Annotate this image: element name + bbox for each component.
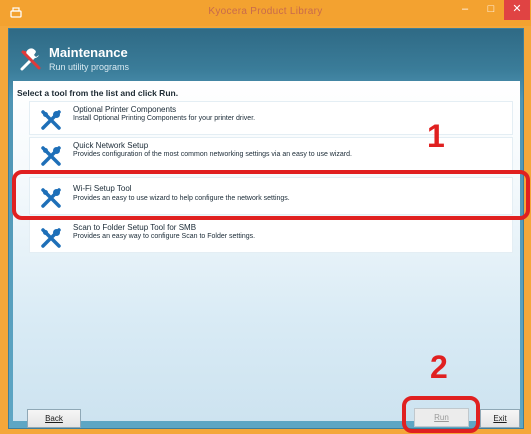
tool-description: Install Optional Printing Components for…: [73, 115, 256, 122]
tool-description: Provides an easy way to configure Scan t…: [73, 233, 256, 240]
tools-icon: [41, 146, 61, 166]
callout-number-1: 1: [427, 118, 445, 154]
exit-label: Exit: [493, 414, 507, 423]
tools-icon: [20, 48, 41, 71]
tools-icon: [41, 228, 61, 248]
instruction-text: Select a tool from the list and click Ru…: [17, 88, 179, 98]
back-button[interactable]: Back: [27, 409, 81, 428]
tool-name: Optional Printer Components: [73, 105, 177, 114]
page-title: Maintenance: [49, 45, 128, 60]
back-label: Back: [45, 414, 63, 423]
tool-description: Provides configuration of the most commo…: [73, 151, 352, 158]
callout-number-2: 2: [430, 349, 448, 385]
page-subtitle: Run utility programs: [49, 62, 130, 72]
callout-highlight-wifi: [12, 170, 530, 220]
exit-button[interactable]: Exit: [480, 409, 520, 428]
list-item-scan-to-folder-setup[interactable]: Scan to Folder Setup Tool for SMB Provid…: [29, 219, 513, 253]
callout-highlight-run: [402, 396, 480, 433]
minimize-icon[interactable]: –: [452, 0, 478, 20]
tool-name: Scan to Folder Setup Tool for SMB: [73, 223, 197, 232]
close-icon[interactable]: ✕: [504, 0, 530, 20]
tools-icon: [41, 110, 61, 130]
tool-name: Quick Network Setup: [73, 141, 149, 150]
title-bar[interactable]: Kyocera Product Library – □ ✕: [0, 0, 531, 26]
maximize-icon[interactable]: □: [478, 0, 504, 20]
